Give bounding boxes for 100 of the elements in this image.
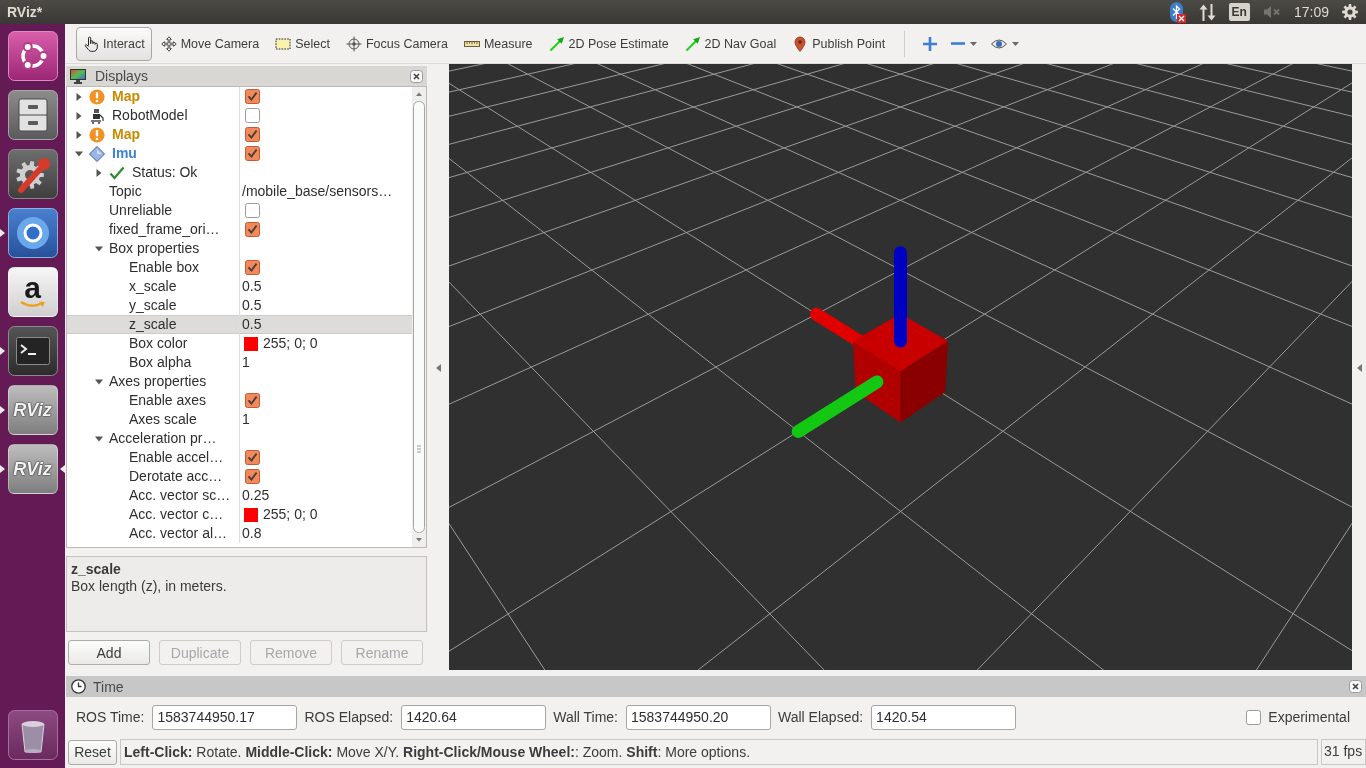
panel-button[interactable]: Add xyxy=(68,640,150,665)
tool-button[interactable]: Select xyxy=(268,26,337,61)
collapsed-arrow-icon[interactable] xyxy=(95,168,103,177)
expanded-arrow-icon[interactable] xyxy=(95,434,103,443)
reset-button[interactable]: Reset xyxy=(68,739,117,765)
tool-button[interactable]: Publish Point xyxy=(785,26,893,61)
clock-time[interactable]: 17:09 xyxy=(1293,4,1329,20)
tree-row[interactable]: Topic /mobile_base/sensors… xyxy=(67,182,412,201)
tree-row[interactable]: RobotModel xyxy=(67,106,412,125)
tree-label: Acceleration pr… xyxy=(109,429,217,448)
collapsed-arrow-icon[interactable] xyxy=(75,130,83,139)
tree-label: Enable axes xyxy=(129,391,207,410)
checkbox[interactable] xyxy=(245,450,260,465)
gear-wrench-icon[interactable] xyxy=(7,149,58,199)
tree-row[interactable]: Acceleration pr… xyxy=(67,429,412,448)
tree-row[interactable]: Box color 255; 0; 0 xyxy=(67,334,412,353)
expanded-arrow-icon[interactable] xyxy=(95,244,103,253)
tree-row[interactable]: Box properties xyxy=(67,239,412,258)
tree-row[interactable]: Acc. vector sc… 0.25 xyxy=(67,486,412,505)
expanded-arrow-icon[interactable] xyxy=(95,377,103,386)
close-icon[interactable] xyxy=(410,69,423,83)
checkbox[interactable] xyxy=(245,260,260,275)
checkbox[interactable] xyxy=(245,469,260,484)
tree-row[interactable]: Unreliable xyxy=(67,201,412,220)
time-field[interactable]: 1583744950.20 xyxy=(626,704,771,730)
minus-icon xyxy=(951,41,966,46)
tree-label: Status: Ok xyxy=(132,163,198,182)
tree-row[interactable]: Enable box xyxy=(67,258,412,277)
plus-icon xyxy=(923,36,938,51)
app-launcher-button[interactable]: a xyxy=(7,267,58,317)
terminal-icon[interactable] xyxy=(7,326,58,376)
checkbox[interactable] xyxy=(1246,709,1262,725)
tree-row[interactable]: Enable accel… xyxy=(67,448,412,467)
tool-button[interactable]: 2D Nav Goal xyxy=(677,26,784,61)
tool-button[interactable]: Move Camera xyxy=(153,26,267,61)
3d-scene-view[interactable] xyxy=(449,64,1352,670)
collapsed-arrow-icon[interactable] xyxy=(75,111,83,120)
tree-label: RobotModel xyxy=(112,106,188,125)
file-cabinet-icon[interactable] xyxy=(7,90,58,140)
expanded-arrow-icon[interactable] xyxy=(75,149,83,158)
checkbox[interactable] xyxy=(245,146,260,161)
tree-row[interactable]: Axes scale 1 xyxy=(67,410,412,429)
browser-icon[interactable] xyxy=(7,208,58,258)
checkbox[interactable] xyxy=(245,127,260,142)
property-value: 1 xyxy=(242,410,250,429)
tree-row[interactable]: Acc. vector c… 255; 0; 0 xyxy=(67,505,412,524)
property-value: 0.8 xyxy=(242,524,262,543)
up-down-arrows-icon[interactable] xyxy=(1198,3,1216,21)
left-triangle-icon[interactable] xyxy=(1356,363,1362,372)
tree-label: Enable box xyxy=(129,258,200,277)
tree-row[interactable]: Box alpha 1 xyxy=(67,353,412,372)
tree-label: Topic xyxy=(109,182,142,201)
time-field[interactable]: 1583744950.17 xyxy=(152,704,298,730)
tree-row[interactable]: z_scale 0.5 xyxy=(67,315,412,334)
tree-row[interactable]: Acc. vector al… 0.8 xyxy=(67,524,412,543)
tree-row[interactable]: fixed_frame_ori… xyxy=(67,220,412,239)
checkbox[interactable] xyxy=(245,222,260,237)
vertical-scrollbar[interactable] xyxy=(412,87,426,547)
crosshair-icon xyxy=(345,35,362,52)
time-field[interactable]: 1420.64 xyxy=(401,704,547,730)
tool-button[interactable]: Interact xyxy=(76,26,152,61)
eye-icon xyxy=(991,38,1008,49)
tree-label: Axes properties xyxy=(109,372,207,391)
checkbox[interactable] xyxy=(245,108,260,123)
diagonal-arrow-icon xyxy=(684,35,701,52)
trash-icon[interactable] xyxy=(7,710,58,760)
tool-button[interactable]: Measure xyxy=(456,26,540,61)
dashed-rectangle-icon xyxy=(275,35,292,52)
gear-icon[interactable] xyxy=(1342,4,1358,20)
tree-label: Box alpha xyxy=(129,353,192,372)
keyboard-layout-indicator[interactable]: En xyxy=(1228,3,1250,21)
smile-arrow-icon xyxy=(19,301,46,309)
tree-row[interactable]: Status: Ok xyxy=(67,163,412,182)
checkbox[interactable] xyxy=(245,89,260,104)
tree-row[interactable]: Imu xyxy=(67,144,412,163)
checkbox[interactable] xyxy=(245,203,260,218)
tree-row[interactable]: Derotate acc… xyxy=(67,467,412,486)
tree-row[interactable]: Enable axes xyxy=(67,391,412,410)
time-field[interactable]: 1420.54 xyxy=(871,704,1017,730)
tree-label: Enable accel… xyxy=(129,448,224,467)
speaker-muted-icon[interactable] xyxy=(1262,5,1281,19)
close-icon[interactable] xyxy=(1349,680,1362,693)
tree-label: fixed_frame_ori… xyxy=(109,220,220,239)
tool-button[interactable]: Focus Camera xyxy=(338,26,455,61)
collapsed-arrow-icon[interactable] xyxy=(75,92,83,101)
description-title: z_scale xyxy=(71,561,122,578)
property-value: 1 xyxy=(242,353,250,372)
checkbox[interactable] xyxy=(245,393,260,408)
tool-button[interactable]: 2D Pose Estimate xyxy=(541,26,676,61)
description-text: Box length (z), in meters. xyxy=(71,578,228,595)
property-value: 0.25 xyxy=(242,486,270,505)
tree-row[interactable]: x_scale 0.5 xyxy=(67,277,412,296)
tree-row[interactable]: Axes properties xyxy=(67,372,412,391)
map-pin-icon xyxy=(792,35,809,52)
tree-label: z_scale xyxy=(129,315,177,334)
left-triangle-icon[interactable] xyxy=(436,363,441,372)
logo-icon[interactable] xyxy=(7,31,58,81)
tree-label: Acc. vector sc… xyxy=(129,486,231,505)
bluetooth-icon[interactable] xyxy=(1168,1,1186,23)
tree-label: Box color xyxy=(129,334,188,353)
